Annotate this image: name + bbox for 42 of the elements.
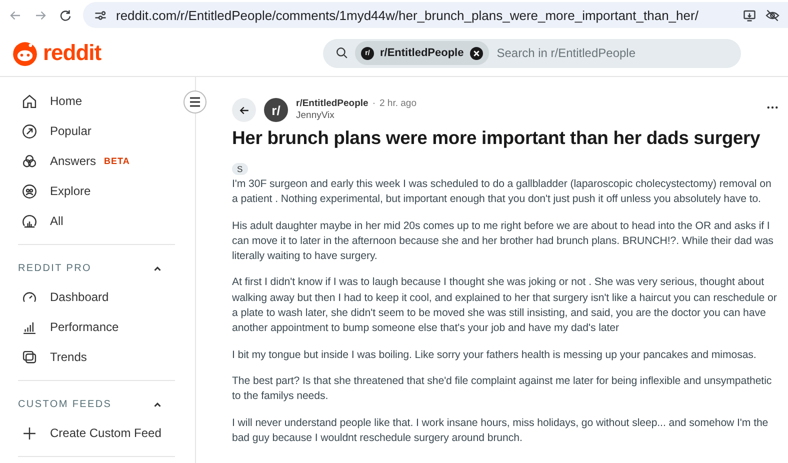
community-avatar: r/ [264,98,288,122]
section-title: REDDIT PRO [18,262,92,274]
menu-icon[interactable] [183,90,207,114]
nav-item[interactable]: Explore [18,176,175,206]
post-time: 2 hr. ago [380,98,416,110]
nav-item[interactable]: Popular [18,116,175,146]
home-icon [21,92,38,110]
address-bar[interactable]: reddit.com/r/EntitledPeople/comments/1myd44w/her_brunch_plans_were_more_important_than_her/ [83,2,788,28]
post-flair[interactable]: S [232,163,248,175]
section-header[interactable]: CUSTOM FEEDS [18,390,175,418]
post-paragraph: I'm 30F surgeon and early this week I was scheduled to do a gallbladder (laparoscopic cholecystectomy) removal on a patient . Nothing experimental, but important enough that you don't just push it off unless you absolutely have to. [232,177,772,208]
nav-item[interactable]: Dashboard [18,282,175,312]
chip-label: r/EntitledPeople [380,47,464,59]
reload-icon[interactable] [58,8,73,22]
eye-slash-icon[interactable] [765,8,780,22]
search-icon [335,46,349,60]
popular-icon [21,122,38,140]
nav-item[interactable]: Trends [18,342,175,372]
more-options-icon[interactable] [767,106,778,108]
logo-icon[interactable] [12,40,38,66]
post-paragraph: I will never understand people like that. I work insane hours, miss holidays, go without sleep... and somehow I'm the bad guy because I wouldnt reschedule surgery around brunch. [232,416,770,446]
beta-label: BETA [104,156,130,166]
nav-item[interactable]: Home [18,86,175,116]
nav-item[interactable]: All [18,206,175,236]
nav-item[interactable]: Answers BETA [18,146,175,176]
plus-icon [21,424,38,442]
nav-item[interactable]: Performance [18,312,175,342]
back-button[interactable] [232,98,256,122]
url-text: reddit.com/r/EntitledPeople/comments/1myd44w/her_brunch_plans_were_more_important_than_her/ [116,8,700,22]
section-header[interactable]: REDDIT PRO [18,254,175,282]
author-link[interactable]: JennyVix [296,110,416,122]
close-icon[interactable] [470,46,483,60]
post-title: Her brunch plans were more important than her dads surgery [232,127,762,149]
post-paragraph: At first I didn't know if I was to laugh because I thought she was joking or not . She was very serious, thought about walking away but then I had to keep it cool, and explained to her that surgery isn't like a haircut you can reschedule or a plate to wash later, she didn't seem to be moved she was still insisting, and said, you are the doctor you can have another appointment to bump someone else that's your job and have my dad's later [232,275,778,336]
post-paragraph: I bit my tongue but inside I was boiling. Like sorry your fathers health is messing up your pancakes and mimosas. [232,348,758,363]
install-app-icon[interactable] [742,8,757,22]
separator-dot: · [372,98,376,110]
section-title: CUSTOM FEEDS [18,398,112,410]
post-paragraph: His adult daughter maybe in her mid 20s comes up to me right before we are about to head into the OR and asks if I can move it to later in the afternoon because she and her brother had brunch plans. BRUNCH!?. While their dad was literally waiting to have surgery. [232,218,774,264]
nav-item[interactable]: Create Custom Feed [18,418,175,448]
community-link[interactable]: r/EntitledPeople [296,98,368,110]
post-paragraph: The best part? Is that she threatened that she'd file complaint against me later for being inflexible and unsympathetic to the familys needs. [232,374,773,404]
